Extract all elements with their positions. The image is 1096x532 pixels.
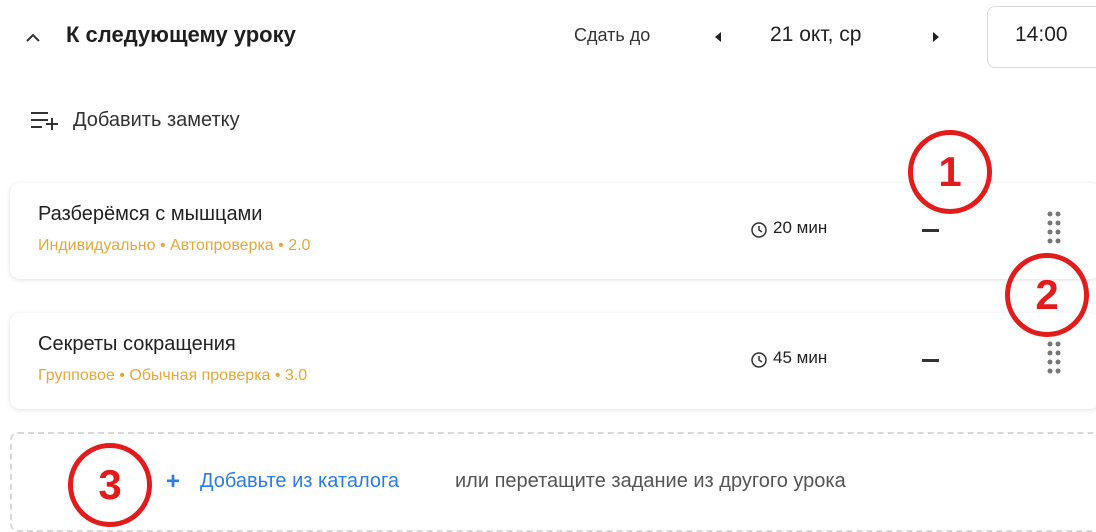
caret-right-icon[interactable] [928, 27, 944, 47]
due-label: Сдать до [574, 25, 651, 45]
plus-icon[interactable]: + [166, 468, 180, 496]
catalog-link[interactable]: Добавьте из каталога [200, 470, 399, 493]
lesson-header: К следующему уроку Сдать до 21 окт, ср 1… [0, 0, 1096, 80]
annotation-number: 2 [1035, 271, 1059, 318]
clock-icon [751, 352, 767, 368]
annotation-circle: 1 [908, 130, 992, 214]
annotation-number: 3 [98, 461, 122, 508]
add-note-icon [31, 112, 58, 130]
minus-icon[interactable] [922, 229, 939, 232]
dropzone-hint: или перетащите задание из другого урока [455, 470, 846, 492]
task-dropzone[interactable]: + Добавьте из каталога или перетащите за… [10, 432, 1096, 532]
section-title: К следующему уроку [66, 22, 296, 47]
add-note-label: Добавить заметку [73, 109, 240, 131]
due-date[interactable]: 21 окт, ср [770, 23, 861, 47]
due-time-field[interactable]: 14:00 [987, 6, 1096, 68]
caret-left-icon[interactable] [710, 27, 726, 47]
annotation-circle: 2 [1005, 253, 1089, 337]
drag-handle-icon[interactable] [1046, 339, 1062, 379]
clock-icon [751, 222, 767, 238]
task-duration: 20 мин [773, 218, 828, 237]
task-duration: 45 мин [773, 348, 828, 367]
annotation-circle: 3 [68, 443, 152, 527]
task-meta: Индивидуально • Автопроверка • 2.0 [38, 237, 311, 254]
minus-icon[interactable] [922, 359, 939, 362]
task-title: Разберёмся с мышцами [38, 203, 263, 225]
annotation-number: 1 [938, 148, 962, 195]
chevron-up-icon[interactable] [22, 27, 44, 49]
task-meta: Групповое • Обычная проверка • 3.0 [38, 367, 308, 384]
task-title: Секреты сокращения [38, 333, 236, 355]
drag-handle-icon[interactable] [1046, 209, 1062, 249]
task-card[interactable]: Секреты сокращения Групповое • Обычная п… [10, 313, 1096, 409]
due-time-value: 14:00 [1015, 23, 1068, 46]
